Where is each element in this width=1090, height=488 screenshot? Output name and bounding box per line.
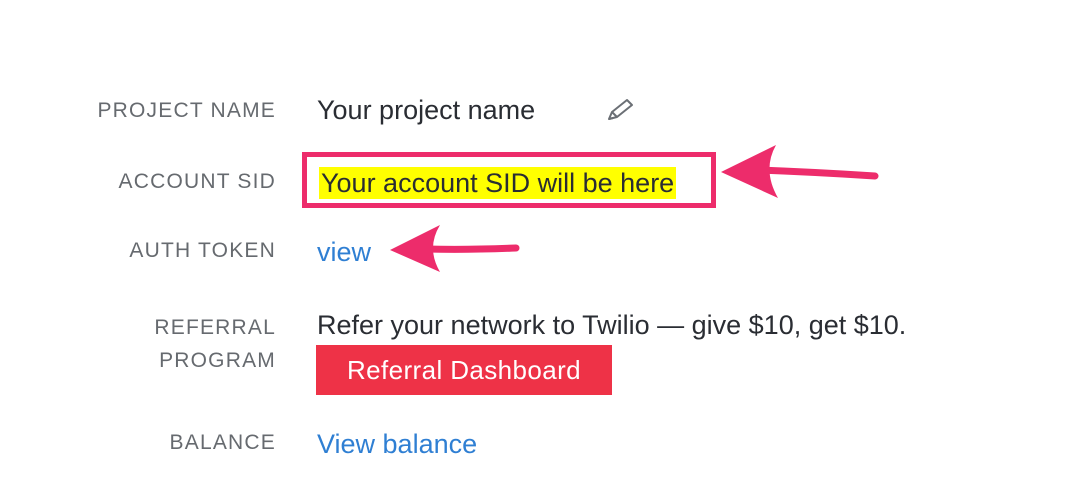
pencil-icon[interactable]: [603, 95, 637, 125]
annotation-arrow-sid: [721, 145, 879, 198]
project-name-value: Your project name: [317, 95, 536, 125]
view-auth-token-link[interactable]: view: [317, 235, 371, 269]
account-sid-annotation-box: Your account SID will be here: [302, 152, 716, 208]
project-name-label: PROJECT NAME: [97, 99, 276, 122]
referral-description: Refer your network to Twilio — give $10,…: [317, 310, 907, 340]
account-sid-label: ACCOUNT SID: [118, 170, 276, 193]
referral-label-line1: REFERRAL: [154, 316, 276, 339]
auth-token-label: AUTH TOKEN: [129, 239, 276, 262]
referral-dashboard-button[interactable]: Referral Dashboard: [316, 345, 612, 395]
annotation-arrow-auth-token: [390, 225, 520, 272]
referral-label-line2: PROGRAM: [159, 349, 276, 372]
view-balance-link[interactable]: View balance: [317, 427, 477, 461]
account-sid-value: Your account SID will be here: [319, 167, 677, 199]
balance-label: BALANCE: [169, 431, 276, 454]
